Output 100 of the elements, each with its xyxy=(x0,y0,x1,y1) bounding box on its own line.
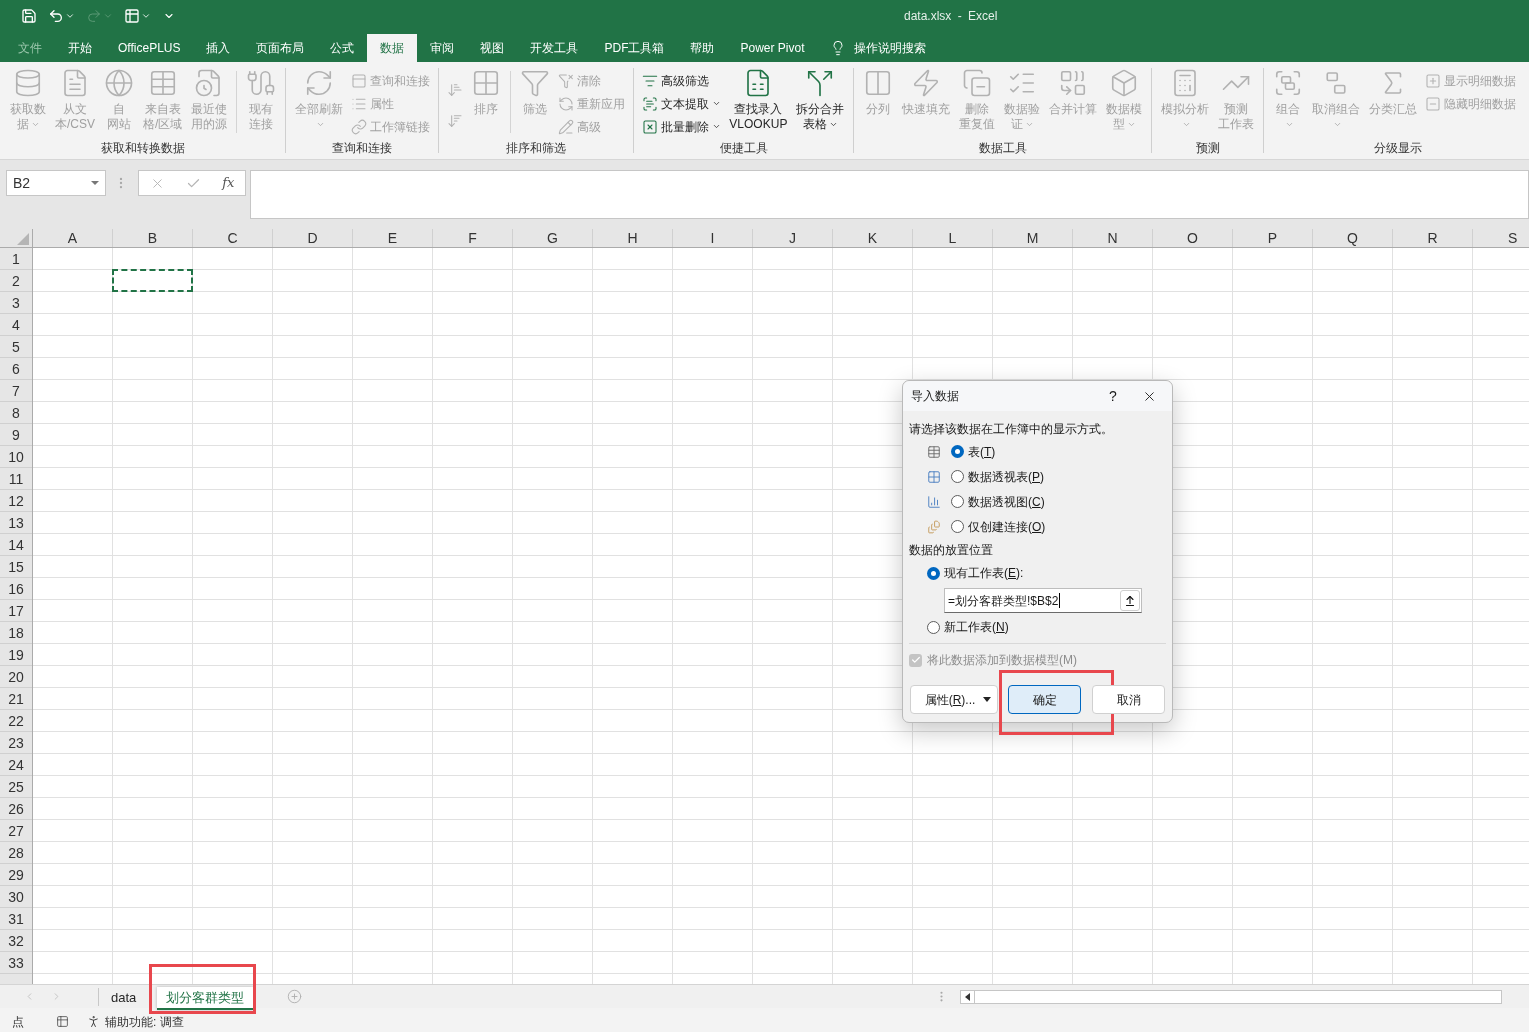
name-box[interactable]: B2 xyxy=(6,170,106,196)
row-header[interactable]: 27 xyxy=(0,820,32,842)
ribbon-tab[interactable]: 公式 xyxy=(317,34,368,62)
collapse-dialog-button[interactable] xyxy=(1120,590,1140,611)
ribbon-tab[interactable]: 插入 xyxy=(193,34,244,62)
row-header[interactable]: 19 xyxy=(0,644,32,666)
row-header[interactable]: 12 xyxy=(0,490,32,512)
row-header[interactable]: 17 xyxy=(0,600,32,622)
radio-button[interactable] xyxy=(927,566,940,580)
row-header[interactable]: 22 xyxy=(0,710,32,732)
row-header[interactable]: 23 xyxy=(0,732,32,754)
column-header[interactable]: K xyxy=(833,229,913,247)
row-header[interactable]: 25 xyxy=(0,776,32,798)
column-header[interactable]: A xyxy=(33,229,113,247)
row-header[interactable]: 28 xyxy=(0,842,32,864)
row-header[interactable]: 1 xyxy=(0,248,32,270)
sheet-tab[interactable]: data xyxy=(102,986,146,1010)
option-label[interactable]: 现有工作表(E): xyxy=(944,564,1024,582)
column-header[interactable]: D xyxy=(273,229,353,247)
ribbon-button[interactable]: 批量删除 xyxy=(640,115,724,138)
radio-button[interactable] xyxy=(951,520,964,533)
column-header[interactable]: B xyxy=(113,229,193,247)
row-header[interactable]: 33 xyxy=(0,952,32,974)
row-header[interactable]: 6 xyxy=(0,358,32,380)
ribbon-tab[interactable]: 视图 xyxy=(467,34,518,62)
option-label[interactable]: 数据透视图(C) xyxy=(968,492,1045,511)
tell-me-search[interactable]: 操作说明搜索 xyxy=(829,34,926,62)
row-header[interactable]: 10 xyxy=(0,446,32,468)
ribbon-tab[interactable]: Power Pivot xyxy=(727,34,818,62)
column-header[interactable]: H xyxy=(593,229,673,247)
ribbon-button[interactable]: 高级筛选 xyxy=(640,69,724,92)
column-header[interactable]: F xyxy=(433,229,513,247)
horizontal-scrollbar[interactable] xyxy=(960,989,1502,1004)
radio-button[interactable] xyxy=(927,620,940,634)
row-header[interactable]: 7 xyxy=(0,380,32,402)
dialog-button[interactable]: 取消 xyxy=(1092,685,1165,714)
ribbon-tab[interactable]: 审阅 xyxy=(417,34,468,62)
column-header[interactable]: L xyxy=(913,229,993,247)
row-header[interactable]: 15 xyxy=(0,556,32,578)
ribbon-tab[interactable]: OfficePLUS xyxy=(105,34,194,62)
radio-button[interactable] xyxy=(951,470,964,483)
column-header[interactable]: M xyxy=(993,229,1073,247)
option-label[interactable]: 数据透视表(P) xyxy=(968,467,1044,486)
scroll-left-icon[interactable] xyxy=(965,992,970,1001)
add-sheet-button[interactable] xyxy=(287,989,303,1004)
row-header[interactable]: 21 xyxy=(0,688,32,710)
ribbon-button[interactable]: 拆分合并 表格 xyxy=(793,65,848,132)
dialog-button[interactable]: 属性(R)... xyxy=(910,685,998,714)
row-header[interactable]: 29 xyxy=(0,864,32,886)
column-header[interactable]: E xyxy=(353,229,433,247)
column-header[interactable]: S xyxy=(1473,229,1529,247)
row-header[interactable]: 31 xyxy=(0,908,32,930)
column-header[interactable]: G xyxy=(513,229,593,247)
option-label[interactable]: 新工作表(N) xyxy=(944,618,1009,636)
row-header[interactable]: 4 xyxy=(0,314,32,336)
row-header[interactable]: 26 xyxy=(0,798,32,820)
radio-button[interactable] xyxy=(951,495,964,508)
sheet-tab[interactable]: 划分客群类型 xyxy=(157,987,254,1011)
row-header[interactable]: 5 xyxy=(0,336,32,358)
column-header[interactable]: N xyxy=(1073,229,1153,247)
row-header[interactable]: 30 xyxy=(0,886,32,908)
accessibility-button[interactable]: 辅助功能: 调查 xyxy=(86,1014,184,1029)
column-header[interactable]: I xyxy=(673,229,753,247)
table-icon[interactable] xyxy=(56,1015,69,1028)
row-header[interactable]: 14 xyxy=(0,534,32,556)
row-header[interactable]: 32 xyxy=(0,930,32,952)
option-label[interactable]: 表(T) xyxy=(968,442,996,461)
column-header[interactable]: J xyxy=(753,229,833,247)
select-all-icon[interactable] xyxy=(17,233,29,245)
cell-grid[interactable] xyxy=(33,248,1529,984)
ribbon-tab[interactable]: PDF工具箱 xyxy=(591,34,678,62)
row-header[interactable]: 3 xyxy=(0,292,32,314)
insert-function-button[interactable]: fx xyxy=(222,173,235,193)
row-header[interactable]: 9 xyxy=(0,424,32,446)
help-button[interactable]: ? xyxy=(1100,382,1126,410)
ribbon-tab[interactable]: 开发工具 xyxy=(517,34,592,62)
row-header[interactable]: 24 xyxy=(0,754,32,776)
row-header[interactable]: 8 xyxy=(0,402,32,424)
formula-input[interactable] xyxy=(250,170,1529,219)
row-header[interactable]: 2 xyxy=(0,270,32,292)
ribbon-button[interactable]: 文本提取 xyxy=(640,92,724,115)
reference-input[interactable]: =划分客群类型!$B$2 xyxy=(944,588,1142,613)
column-header[interactable]: R xyxy=(1393,229,1473,247)
ribbon-button[interactable]: 查找录入 VLOOKUP xyxy=(726,65,791,132)
dialog-button[interactable]: 确定 xyxy=(1008,685,1081,714)
column-header[interactable]: O xyxy=(1153,229,1233,247)
row-header[interactable]: 11 xyxy=(0,468,32,490)
ribbon-tab[interactable]: 数据 xyxy=(367,34,418,62)
row-header[interactable]: 18 xyxy=(0,622,32,644)
ribbon-tab[interactable]: 页面布局 xyxy=(243,34,318,62)
row-header[interactable]: 16 xyxy=(0,578,32,600)
row-header[interactable]: 20 xyxy=(0,666,32,688)
option-label[interactable]: 仅创建连接(O) xyxy=(968,517,1046,536)
column-header[interactable]: P xyxy=(1233,229,1313,247)
radio-button[interactable] xyxy=(951,445,964,458)
column-header[interactable]: Q xyxy=(1313,229,1393,247)
ribbon-tab[interactable]: 帮助 xyxy=(677,34,728,62)
ribbon-tab[interactable]: 开始 xyxy=(55,34,105,62)
column-header[interactable]: C xyxy=(193,229,273,247)
row-header[interactable]: 13 xyxy=(0,512,32,534)
